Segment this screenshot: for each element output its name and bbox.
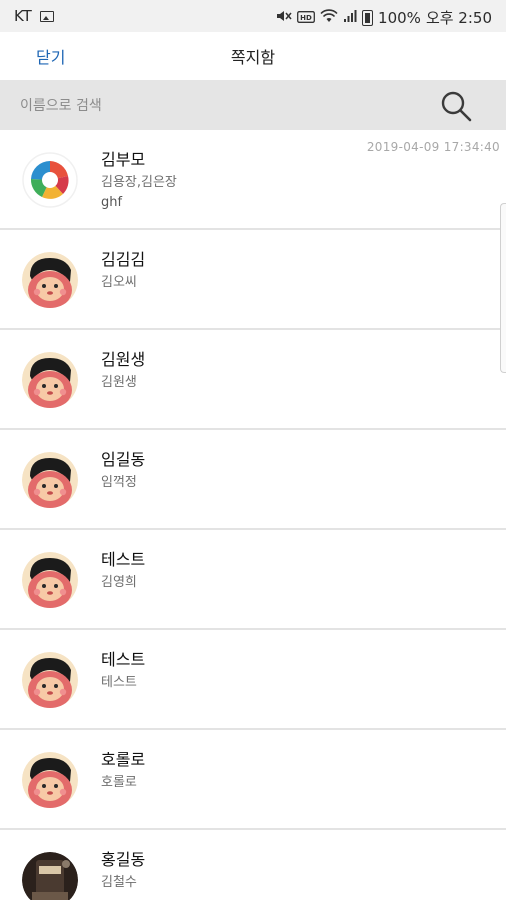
wifi-icon xyxy=(320,8,338,27)
message-row[interactable]: 임길동 임꺽정 xyxy=(0,430,506,530)
recipient-names: 김영희 xyxy=(101,575,137,590)
contact-name: 김김김 xyxy=(101,250,146,269)
status-bar: KT HD 100% 오후 2:50 xyxy=(0,0,506,32)
recipient-names: 김원생 xyxy=(101,375,137,390)
search-bar xyxy=(0,80,506,130)
contact-name: 임길동 xyxy=(101,450,146,469)
status-time: 오후 2:50 xyxy=(425,9,492,27)
message-row[interactable]: 김김김 김오씨 xyxy=(0,230,506,330)
search-icon[interactable] xyxy=(438,88,474,124)
recipient-names: 임꺽정 xyxy=(101,475,137,490)
recipient-names: 김철수 xyxy=(101,875,137,890)
message-row[interactable]: 김원생 김원생 xyxy=(0,330,506,430)
monkey-avatar xyxy=(22,752,78,808)
contact-name: 테스트 xyxy=(101,550,146,569)
monkey-avatar xyxy=(22,552,78,608)
photo-avatar xyxy=(22,852,78,900)
monkey-avatar xyxy=(22,452,78,508)
image-notification-icon xyxy=(39,10,54,22)
message-row[interactable]: 호롤로 호롤로 xyxy=(0,730,506,830)
message-row[interactable]: 홍길동 김철수 xyxy=(0,830,506,900)
battery-icon xyxy=(362,9,374,26)
scrollbar[interactable] xyxy=(500,203,506,373)
contact-name: 테스트 xyxy=(101,650,146,669)
monkey-avatar xyxy=(22,352,78,408)
mute-icon xyxy=(276,9,292,27)
battery-percent: 100% xyxy=(378,8,421,27)
message-row[interactable]: 테스트 김영희 xyxy=(0,530,506,630)
app-logo-avatar xyxy=(22,152,78,208)
recipient-names: 테스트 xyxy=(101,675,137,690)
volte-icon: HD xyxy=(297,9,315,27)
message-timestamp: 2019-04-09 17:34:40 xyxy=(366,140,500,154)
message-row[interactable]: 김부모 김용장,김은장 ghf 2019-04-09 17:34:40 xyxy=(0,130,506,230)
recipient-names: 김오씨 xyxy=(101,275,137,290)
carrier-label: KT xyxy=(14,7,32,25)
message-row[interactable]: 테스트 테스트 xyxy=(0,630,506,730)
monkey-avatar xyxy=(22,252,78,308)
contact-name: 호롤로 xyxy=(101,750,146,769)
recipient-names: 호롤로 xyxy=(101,775,137,790)
contact-name: 김부모 xyxy=(101,150,146,169)
recipient-names: 김용장,김은장 xyxy=(101,175,177,190)
contact-name: 홍길동 xyxy=(101,850,146,869)
svg-text:HD: HD xyxy=(300,14,312,22)
contact-name: 김원생 xyxy=(101,350,146,369)
message-list: 김부모 김용장,김은장 ghf 2019-04-09 17:34:40 김김김 … xyxy=(0,130,506,900)
header-bar: 닫기 쪽지함 xyxy=(0,32,506,80)
page-title: 쪽지함 xyxy=(230,48,276,67)
search-input[interactable] xyxy=(18,92,402,120)
monkey-avatar xyxy=(22,652,78,708)
message-preview: ghf xyxy=(101,195,123,210)
signal-icon xyxy=(343,9,357,27)
